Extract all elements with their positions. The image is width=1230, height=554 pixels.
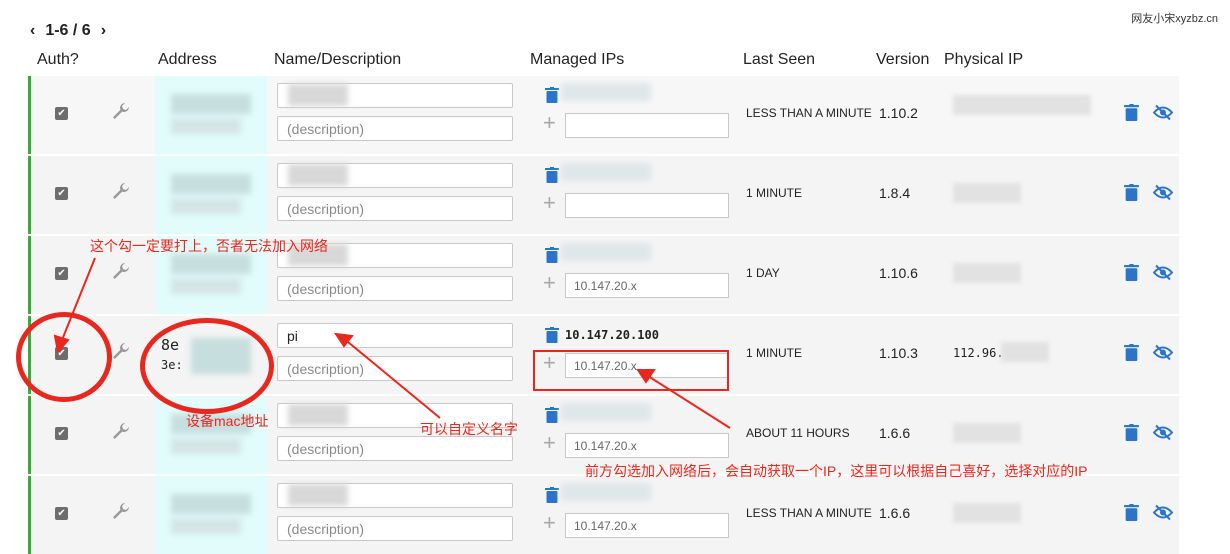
annotation-name-note: 可以自定义名字 [420,421,518,437]
annotation-mac-note: 设备mac地址 [186,413,269,429]
annotation-ip-note: 前方勾选加入网络后，会自动获取一个IP，这里可以根据自己喜好，选择对应的IP [585,463,1088,479]
annotation-checkbox-note: 这个勾一定要打上，否者无法加入网络 [90,238,328,254]
